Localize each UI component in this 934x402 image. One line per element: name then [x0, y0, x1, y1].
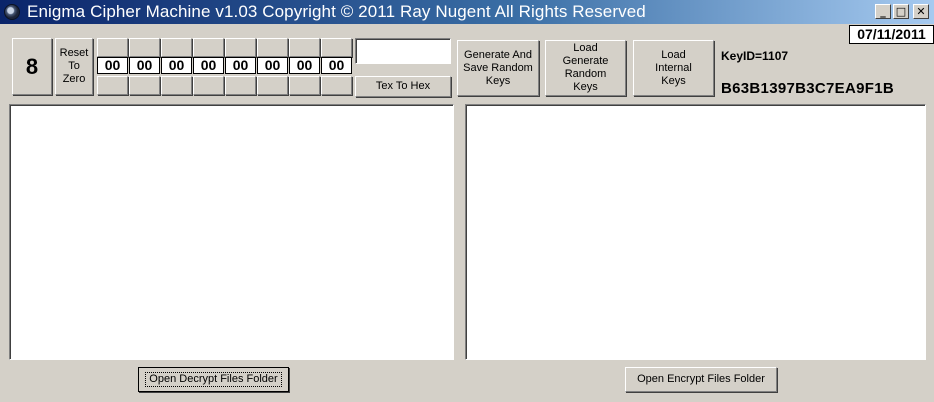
encrypt-text-area[interactable] [465, 104, 926, 360]
digit-value: 00 [225, 57, 256, 74]
digit-decrement-button[interactable] [225, 76, 256, 95]
digit-value: 00 [97, 57, 128, 74]
app-icon[interactable] [4, 4, 20, 20]
tex-to-hex-button[interactable]: Tex To Hex [355, 76, 451, 97]
digit-increment-button[interactable] [193, 38, 224, 57]
date-display: 07/11/2011 [849, 25, 934, 44]
digit-value: 00 [193, 57, 224, 74]
open-encrypt-folder-button[interactable]: Open Encrypt Files Folder [625, 367, 777, 392]
digit-value: 00 [129, 57, 160, 74]
maximize-button[interactable]: □ [893, 4, 909, 19]
counter-display: 8 [12, 38, 52, 95]
reset-to-zero-button[interactable]: Reset To Zero [55, 38, 93, 95]
close-button[interactable]: ✕ [913, 4, 929, 19]
digit-decrement-button[interactable] [161, 76, 192, 95]
load-internal-keys-button[interactable]: Load Internal Keys [633, 40, 714, 96]
generate-save-keys-button[interactable]: Generate And Save Random Keys [457, 40, 539, 96]
digit-decrement-button[interactable] [289, 76, 320, 95]
hex-input[interactable] [355, 38, 451, 64]
key-id-label: KeyID=1107 [721, 49, 789, 63]
window-title: Enigma Cipher Machine v1.03 Copyright © … [27, 2, 646, 21]
open-decrypt-folder-button[interactable]: Open Decrypt Files Folder [138, 367, 289, 392]
digit-increment-button[interactable] [97, 38, 128, 57]
title-bar: Enigma Cipher Machine v1.03 Copyright © … [0, 0, 934, 24]
decrypt-text-area[interactable] [9, 104, 454, 360]
digit-value: 00 [161, 57, 192, 74]
digit-decrement-button[interactable] [97, 76, 128, 95]
digit-increment-button[interactable] [321, 38, 352, 57]
digit-decrement-button[interactable] [193, 76, 224, 95]
digit-decrement-button[interactable] [129, 76, 160, 95]
digit-value: 00 [321, 57, 352, 74]
digit-increment-button[interactable] [129, 38, 160, 57]
load-generated-keys-button[interactable]: Load Generate Random Keys [545, 40, 626, 96]
digit-decrement-button[interactable] [321, 76, 352, 95]
digit-increment-button[interactable] [161, 38, 192, 57]
digit-increment-button[interactable] [289, 38, 320, 57]
digit-increment-button[interactable] [225, 38, 256, 57]
digit-decrement-button[interactable] [257, 76, 288, 95]
key-hex-value: B63B1397B3C7EA9F1B [721, 80, 894, 97]
digit-value: 00 [257, 57, 288, 74]
digit-increment-button[interactable] [257, 38, 288, 57]
digit-value: 00 [289, 57, 320, 74]
minimize-button[interactable]: _ [875, 4, 891, 19]
counter-value: 8 [25, 54, 39, 79]
